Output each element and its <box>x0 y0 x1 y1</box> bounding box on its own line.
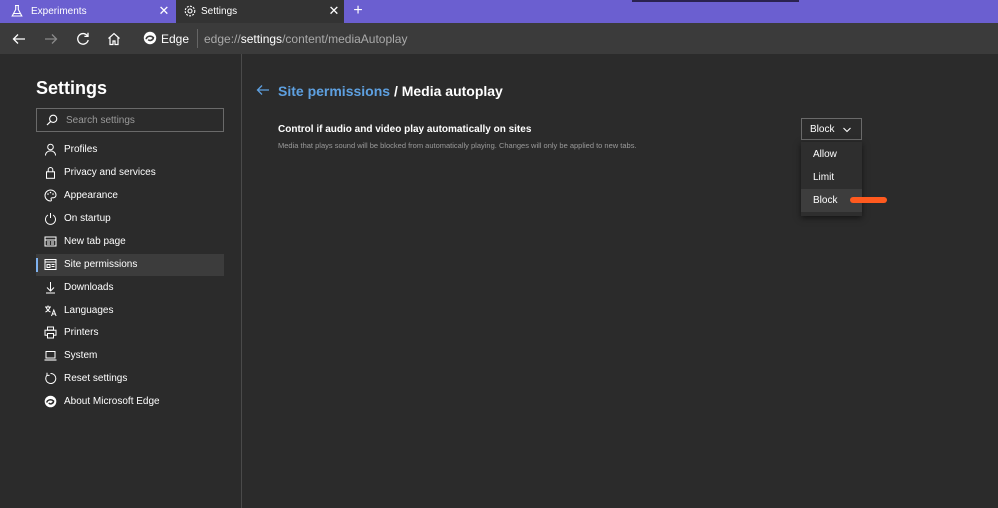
sidebar-title: Settings <box>36 78 108 98</box>
sidebar-item-privacy[interactable]: Privacy and services <box>36 162 224 184</box>
sidebar-item-label: System <box>64 350 98 361</box>
sidebar-item-appearance[interactable]: Appearance <box>36 185 224 207</box>
annotation-marker <box>850 197 887 203</box>
option-label: Allow <box>813 149 837 160</box>
setting-description: Media that plays sound will be blocked f… <box>278 141 637 150</box>
home-button[interactable] <box>103 28 125 50</box>
option-limit[interactable]: Limit <box>801 166 862 189</box>
site-permissions-icon <box>44 259 57 270</box>
sidebar-item-site-permissions[interactable]: Site permissions <box>36 254 224 276</box>
sidebar-item-label: Downloads <box>64 282 114 293</box>
setting-title: Control if audio and video play automati… <box>278 124 532 135</box>
autoplay-dropdown: Allow Limit Block <box>801 142 862 216</box>
arrow-right-icon <box>45 34 58 44</box>
refresh-button[interactable] <box>72 28 94 50</box>
select-value: Block <box>810 124 835 135</box>
sidebar-item-label: On startup <box>64 213 111 224</box>
option-label: Limit <box>813 172 835 183</box>
url-text[interactable]: edge://settings/content/mediaAutoplay <box>204 32 407 46</box>
new-tab-button[interactable]: + <box>350 3 366 19</box>
languages-icon <box>45 305 57 317</box>
settings-sidebar: Settings Search settings Profiles Privac… <box>0 54 242 508</box>
search-placeholder: Search settings <box>66 115 135 126</box>
person-icon <box>45 143 56 156</box>
palette-icon <box>44 189 57 202</box>
sidebar-item-label: Appearance <box>64 190 118 201</box>
tabbar-accent-line <box>632 0 799 2</box>
option-allow[interactable]: Allow <box>801 143 862 166</box>
sidebar-item-label: New tab page <box>64 236 126 247</box>
sidebar-item-profiles[interactable]: Profiles <box>36 139 224 161</box>
arrow-left-icon <box>12 34 25 44</box>
back-button[interactable] <box>8 28 30 50</box>
sidebar-item-system[interactable]: System <box>36 345 224 367</box>
sidebar-item-label: Printers <box>64 327 99 338</box>
edge-icon <box>143 31 157 45</box>
reset-icon <box>45 372 57 384</box>
close-icon[interactable]: ✕ <box>328 4 340 17</box>
laptop-icon <box>44 351 57 361</box>
refresh-icon <box>77 32 89 45</box>
home-icon <box>108 32 120 46</box>
gear-icon <box>184 5 196 17</box>
tab-bar: Experiments ✕ Settings ✕ + <box>0 0 998 23</box>
search-input[interactable]: Search settings <box>36 108 224 132</box>
sidebar-item-about[interactable]: About Microsoft Edge <box>36 391 224 413</box>
sidebar-item-label: Privacy and services <box>64 167 156 178</box>
printer-icon <box>44 326 57 339</box>
breadcrumb-link-site-permissions[interactable]: Site permissions <box>278 83 390 99</box>
option-label: Block <box>813 195 838 206</box>
sidebar-item-printers[interactable]: Printers <box>36 322 224 344</box>
settings-content: Site permissions / Media autoplay Contro… <box>243 54 998 508</box>
autoplay-select[interactable]: Block <box>801 118 862 140</box>
tab-experiments[interactable]: Experiments ✕ <box>0 0 175 23</box>
sidebar-item-label: Languages <box>64 305 114 316</box>
tab-settings-label: Settings <box>201 6 238 17</box>
grid-icon <box>44 236 57 247</box>
sidebar-item-label: Reset settings <box>64 373 128 384</box>
sidebar-item-languages[interactable]: Languages <box>36 300 224 322</box>
edge-icon <box>44 395 57 408</box>
tab-experiments-label: Experiments <box>31 6 87 17</box>
power-icon <box>45 213 56 225</box>
browser-toolbar: Edge edge://settings/content/mediaAutopl… <box>0 23 998 54</box>
sidebar-item-label: About Microsoft Edge <box>64 396 160 407</box>
search-icon <box>46 114 58 126</box>
flask-icon <box>11 4 23 17</box>
address-separator <box>197 29 198 48</box>
sidebar-item-label: Site permissions <box>64 259 138 270</box>
tab-settings[interactable]: Settings ✕ <box>176 0 344 23</box>
sidebar-item-label: Profiles <box>64 144 98 155</box>
lock-icon <box>46 167 55 179</box>
arrow-left-icon[interactable] <box>256 83 270 97</box>
forward-button[interactable] <box>40 28 62 50</box>
download-icon <box>46 282 55 294</box>
close-icon[interactable]: ✕ <box>158 4 170 17</box>
sidebar-item-reset-settings[interactable]: Reset settings <box>36 368 224 390</box>
breadcrumb: Site permissions / Media autoplay <box>278 83 503 99</box>
address-bar[interactable]: Edge edge://settings/content/mediaAutopl… <box>135 26 995 51</box>
edge-brand-label: Edge <box>161 32 190 46</box>
chevron-down-icon <box>843 127 851 133</box>
page-title: / Media autoplay <box>393 83 503 99</box>
sidebar-item-on-startup[interactable]: On startup <box>36 208 224 230</box>
sidebar-item-new-tab-page[interactable]: New tab page <box>36 231 224 253</box>
sidebar-item-downloads[interactable]: Downloads <box>36 277 224 299</box>
